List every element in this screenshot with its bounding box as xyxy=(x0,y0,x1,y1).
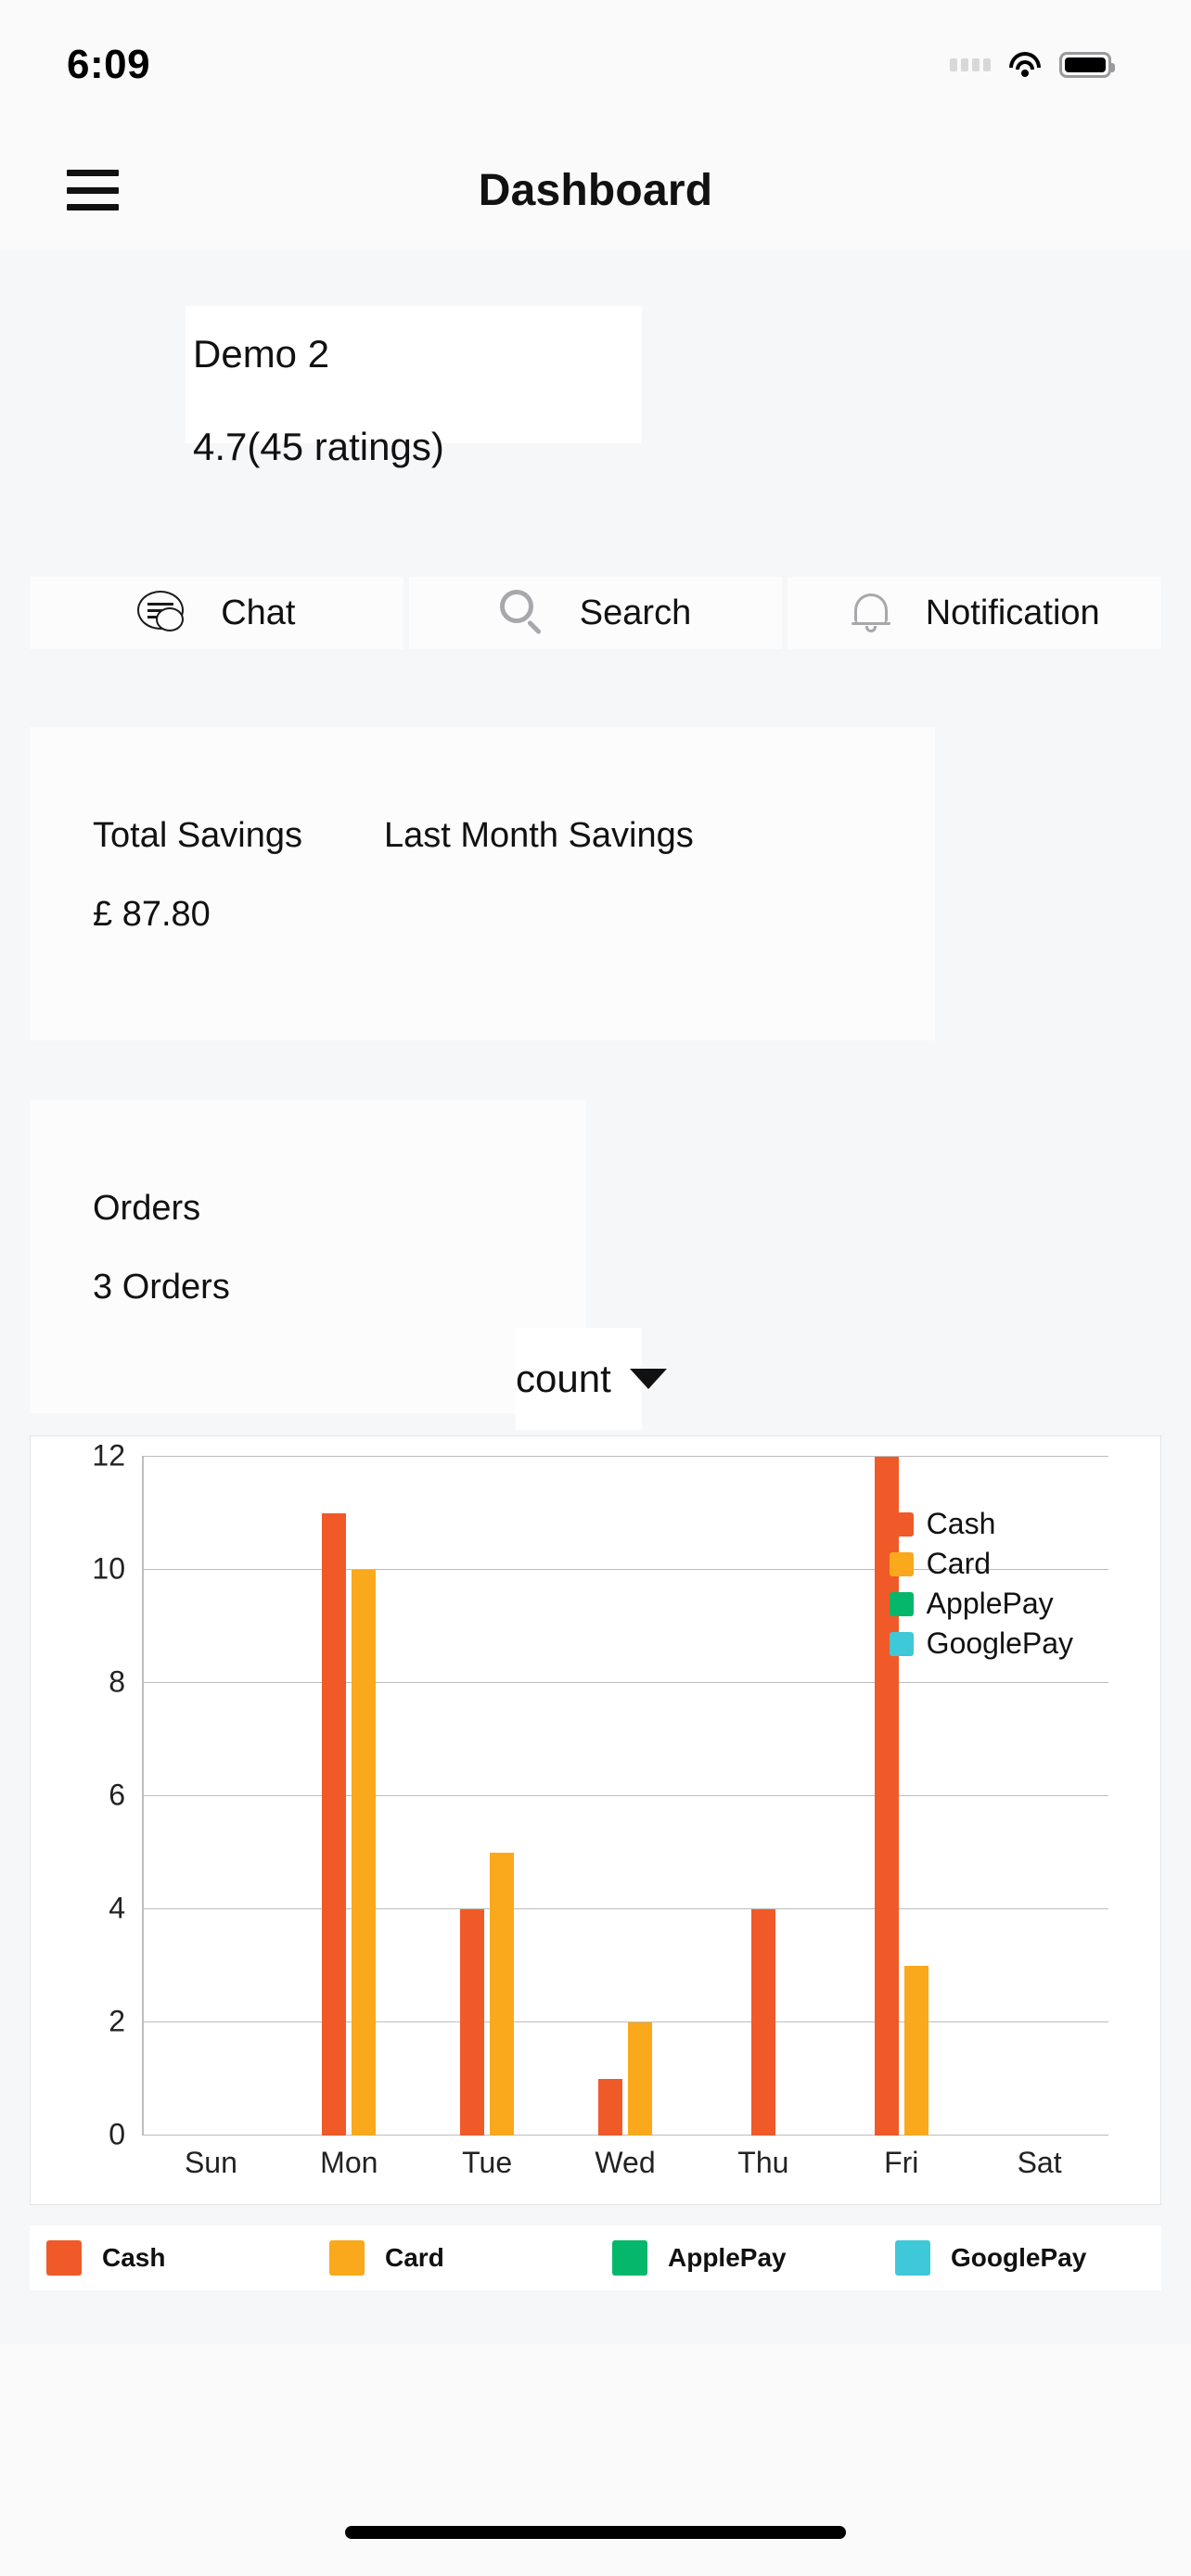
chat-bubble-icon xyxy=(137,591,187,635)
legend-item[interactable]: Card xyxy=(313,2240,596,2276)
cellular-dots-icon xyxy=(950,58,991,71)
chart-legend-label: ApplePay xyxy=(926,1587,1054,1620)
chart-y-tick-label: 8 xyxy=(109,1664,125,1699)
chart-bar[interactable] xyxy=(322,1513,347,2136)
home-indicator[interactable] xyxy=(345,2526,846,2539)
chart-y-tick-label: 12 xyxy=(92,1438,125,1473)
search-label: Search xyxy=(579,593,692,632)
legend-item[interactable]: Cash xyxy=(30,2240,313,2276)
legend-swatch xyxy=(612,2240,647,2276)
status-bar: 6:09 xyxy=(0,0,1191,130)
chart-legend-swatch xyxy=(889,1511,914,1537)
chart-bar-group xyxy=(142,1457,280,2136)
store-name: Demo 2 xyxy=(193,332,330,376)
bottom-safe-area xyxy=(0,2344,1191,2576)
phone-screen: 6:09 Dashboard Demo 2 4.7(45 ratings) Ch… xyxy=(0,0,1191,2576)
chevron-down-icon xyxy=(629,1369,667,1389)
payments-bar-chart: 0 2 4 6 8 10 12 Cash Card ApplePay GooglePay Sun M… xyxy=(30,1435,1161,2205)
chart-bar-group xyxy=(694,1457,832,2136)
chart-y-tick-label: 6 xyxy=(109,1778,125,1812)
chart-legend-item[interactable]: Card xyxy=(889,1547,1073,1581)
chart-plot-area: 0 2 4 6 8 10 12 Cash Card ApplePay GooglePay xyxy=(92,1439,1108,2151)
bell-icon xyxy=(850,590,892,636)
chart-bar[interactable] xyxy=(352,1570,377,2136)
chart-bar[interactable] xyxy=(598,2079,622,2136)
chart-bar-group xyxy=(557,1457,695,2136)
orders-value: 3 Orders xyxy=(93,1268,230,1307)
chart-legend-swatch xyxy=(889,1551,914,1576)
chart-legend-swatch xyxy=(889,1591,914,1616)
legend-item[interactable]: ApplePay xyxy=(596,2240,878,2276)
chart-legend-item[interactable]: ApplePay xyxy=(889,1587,1073,1621)
legend-swatch xyxy=(895,2240,930,2276)
payment-method-legend: Cash Card ApplePay GooglePay xyxy=(30,2225,1161,2290)
chart-y-tick-label: 4 xyxy=(109,1891,125,1925)
chart-x-tick-label: Mon xyxy=(320,2146,378,2179)
metric-select[interactable]: count xyxy=(516,1328,667,1430)
last-month-savings-card[interactable]: Last Month Savings xyxy=(351,727,935,1040)
search-button[interactable]: Search xyxy=(408,577,783,649)
chart-bar[interactable] xyxy=(460,1909,485,2136)
store-info-card: Demo 2 4.7(45 ratings) xyxy=(186,306,642,468)
notification-button[interactable]: Notification xyxy=(788,577,1162,649)
legend-swatch xyxy=(46,2240,82,2276)
wifi-icon xyxy=(1007,52,1043,78)
chart-x-tick-label: Fri xyxy=(884,2146,919,2179)
chat-button[interactable]: Chat xyxy=(30,577,403,649)
chart-x-axis-labels: Sun Mon Tue Wed Thu Fri Sat xyxy=(142,2146,1108,2180)
chart-legend-swatch xyxy=(889,1631,914,1656)
chart-x-tick-label: Sat xyxy=(1017,2146,1062,2179)
chart-x-tick-label: Tue xyxy=(462,2146,513,2179)
chart-bar-group xyxy=(418,1457,557,2136)
status-indicators xyxy=(950,52,1115,78)
hamburger-menu-icon[interactable] xyxy=(67,170,119,210)
legend-label: Card xyxy=(385,2243,444,2272)
legend-item[interactable]: GooglePay xyxy=(878,2240,1161,2276)
page-title: Dashboard xyxy=(478,165,713,215)
legend-label: GooglePay xyxy=(951,2243,1087,2272)
legend-swatch xyxy=(329,2240,365,2276)
legend-label: ApplePay xyxy=(668,2243,787,2272)
status-time: 6:09 xyxy=(67,42,151,87)
chat-label: Chat xyxy=(221,593,296,632)
chart-bar[interactable] xyxy=(628,2022,652,2136)
legend-label: Cash xyxy=(102,2243,166,2272)
orders-card[interactable]: Orders 3 Orders xyxy=(30,1100,586,1413)
metric-select-value: count xyxy=(516,1357,611,1400)
chart-x-tick-label: Wed xyxy=(595,2146,656,2179)
chart-x-tick-label: Sun xyxy=(184,2146,237,2179)
chart-inline-legend: Cash Card ApplePay GooglePay xyxy=(889,1507,1073,1661)
notification-label: Notification xyxy=(925,593,1100,632)
chart-y-tick-label: 2 xyxy=(109,2004,125,2038)
quick-action-row: Chat Search Notification xyxy=(30,577,1162,649)
orders-title: Orders xyxy=(93,1189,201,1228)
nav-bar: Dashboard xyxy=(0,130,1191,250)
chart-legend-label: GooglePay xyxy=(926,1626,1073,1660)
chart-bar[interactable] xyxy=(750,1909,775,2136)
chart-legend-item[interactable]: Cash xyxy=(889,1507,1073,1541)
chart-legend-item[interactable]: GooglePay xyxy=(889,1626,1073,1661)
chart-bar[interactable] xyxy=(903,1966,928,2136)
chart-y-tick-label: 0 xyxy=(109,2117,125,2151)
battery-icon xyxy=(1059,52,1115,78)
chart-legend-label: Cash xyxy=(926,1507,996,1540)
chart-x-tick-label: Thu xyxy=(737,2146,789,2179)
chart-y-tick-label: 10 xyxy=(92,1551,125,1586)
search-icon xyxy=(499,590,546,636)
chart-bar-group xyxy=(280,1457,418,2136)
chart-legend-label: Card xyxy=(926,1547,992,1580)
last-month-savings-title: Last Month Savings xyxy=(384,816,694,855)
store-rating: 4.7(45 ratings) xyxy=(193,425,444,468)
chart-bar[interactable] xyxy=(490,1853,515,2136)
